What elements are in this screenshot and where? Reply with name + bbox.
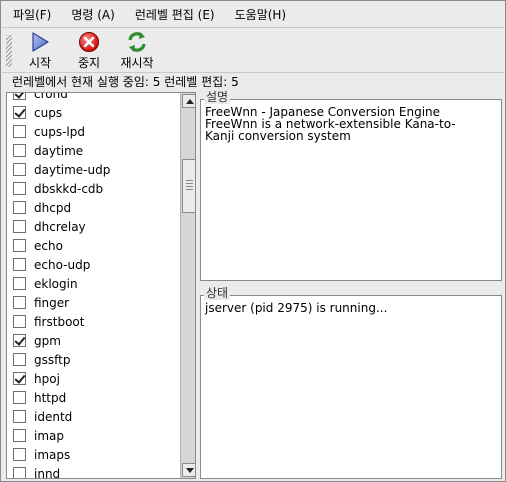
service-row[interactable]: httpd (7, 388, 180, 407)
status-frame: jserver (pid 2975) is running... 상태 (198, 286, 504, 479)
services-list: crond cups cups-lpd daytime daytime-udp dbskk… (7, 92, 180, 479)
services-list-panel: crond cups cups-lpd daytime daytime-udp dbskk… (6, 92, 196, 479)
service-row[interactable]: finger (7, 293, 180, 312)
service-row[interactable]: imap (7, 426, 180, 445)
service-name: eklogin (34, 276, 78, 291)
runlevel-status-text: 런레벨에서 현재 실행 중임: 5 런레벨 편집: 5 (12, 75, 239, 89)
scroll-down-arrow-icon[interactable] (182, 463, 195, 477)
menu-actions[interactable]: 명령 (A) (61, 4, 124, 26)
service-name: gssftp (34, 352, 71, 367)
restart-button[interactable]: 재시작 (114, 31, 160, 71)
service-checkbox[interactable] (13, 353, 26, 366)
stop-button[interactable]: 중지 (69, 31, 109, 71)
status-label: 상태 (204, 286, 231, 300)
service-name: imaps (34, 447, 71, 462)
service-row[interactable]: echo (7, 236, 180, 255)
service-row[interactable]: crond (7, 92, 180, 103)
service-configuration-window: 파일(F) 명령 (A) 런레벨 편집 (E) 도움말(H) 시작 중지 재시작… (0, 0, 506, 482)
restart-button-label: 재시작 (120, 56, 154, 70)
service-row[interactable]: dbskkd-cdb (7, 179, 180, 198)
service-row[interactable]: gpm (7, 331, 180, 350)
service-checkbox[interactable] (13, 258, 26, 271)
service-name: crond (34, 92, 68, 101)
service-checkbox[interactable] (13, 448, 26, 461)
toolbar-grip-handle[interactable] (6, 35, 12, 67)
service-row[interactable]: identd (7, 407, 180, 426)
service-row[interactable]: dhcrelay (7, 217, 180, 236)
scroll-up-arrow-icon[interactable] (182, 94, 195, 108)
stop-icon (79, 32, 99, 52)
service-name: dhcrelay (34, 219, 86, 234)
service-checkbox[interactable] (13, 410, 26, 423)
services-scrollbar[interactable] (180, 93, 195, 478)
service-checkbox[interactable] (13, 391, 26, 404)
service-name: httpd (34, 390, 67, 405)
service-checkbox[interactable] (13, 296, 26, 309)
service-name: gpm (34, 333, 61, 348)
service-checkbox[interactable] (13, 144, 26, 157)
menubar: 파일(F) 명령 (A) 런레벨 편집 (E) 도움말(H) (2, 2, 504, 28)
service-name: innd (34, 466, 61, 479)
service-name: identd (34, 409, 73, 424)
service-name: echo-udp (34, 257, 91, 272)
service-row[interactable]: imaps (7, 445, 180, 464)
menu-file[interactable]: 파일(F) (2, 4, 61, 26)
service-checkbox[interactable] (13, 277, 26, 290)
service-name: daytime (34, 143, 84, 158)
service-row[interactable]: cups (7, 103, 180, 122)
service-name: cups (34, 105, 63, 120)
service-checkbox[interactable] (13, 315, 26, 328)
service-name: cups-lpd (34, 124, 85, 139)
description-frame: FreeWnn - Japanese Conversion Engine Fre… (198, 90, 504, 281)
description-text: FreeWnn - Japanese Conversion Engine Fre… (205, 105, 456, 143)
service-checkbox[interactable] (13, 239, 26, 252)
service-checkbox[interactable] (13, 182, 26, 195)
service-row[interactable]: firstboot (7, 312, 180, 331)
start-button-label: 시작 (28, 56, 52, 70)
service-name: echo (34, 238, 63, 253)
service-checkbox[interactable] (13, 429, 26, 442)
service-checkbox[interactable] (13, 334, 26, 347)
scrollbar-thumb[interactable] (182, 159, 195, 213)
status-box: jserver (pid 2975) is running... (200, 295, 502, 479)
service-checkbox[interactable] (13, 106, 26, 119)
service-row[interactable]: eklogin (7, 274, 180, 293)
service-checkbox[interactable] (13, 220, 26, 233)
toolbar: 시작 중지 재시작 (2, 29, 504, 73)
service-checkbox[interactable] (13, 467, 26, 478)
description-box: FreeWnn - Japanese Conversion Engine Fre… (200, 99, 502, 281)
service-row[interactable]: daytime (7, 141, 180, 160)
service-row[interactable]: cups-lpd (7, 122, 180, 141)
menu-help[interactable]: 도움말(H) (225, 4, 297, 26)
stop-button-label: 중지 (77, 56, 101, 70)
service-name: finger (34, 295, 70, 310)
play-icon (32, 32, 49, 52)
service-checkbox[interactable] (13, 201, 26, 214)
start-button[interactable]: 시작 (22, 31, 58, 71)
service-name: daytime-udp (34, 162, 111, 177)
service-name: firstboot (34, 314, 85, 329)
description-label: 설명 (204, 90, 231, 104)
service-checkbox[interactable] (13, 163, 26, 176)
service-row[interactable]: echo-udp (7, 255, 180, 274)
service-row[interactable]: dhcpd (7, 198, 180, 217)
service-name: imap (34, 428, 64, 443)
service-checkbox[interactable] (13, 125, 26, 138)
service-name: hpoj (34, 371, 60, 386)
status-text: jserver (pid 2975) is running... (205, 301, 388, 315)
service-checkbox[interactable] (13, 372, 26, 385)
service-name: dhcpd (34, 200, 72, 215)
service-name: dbskkd-cdb (34, 181, 104, 196)
service-row[interactable]: hpoj (7, 369, 180, 388)
service-row[interactable]: daytime-udp (7, 160, 180, 179)
service-checkbox[interactable] (13, 93, 26, 100)
service-row[interactable]: gssftp (7, 350, 180, 369)
menu-edit-runlevel[interactable]: 런레벨 편집 (E) (125, 4, 225, 26)
restart-icon (128, 32, 146, 52)
service-row[interactable]: innd (7, 464, 180, 479)
